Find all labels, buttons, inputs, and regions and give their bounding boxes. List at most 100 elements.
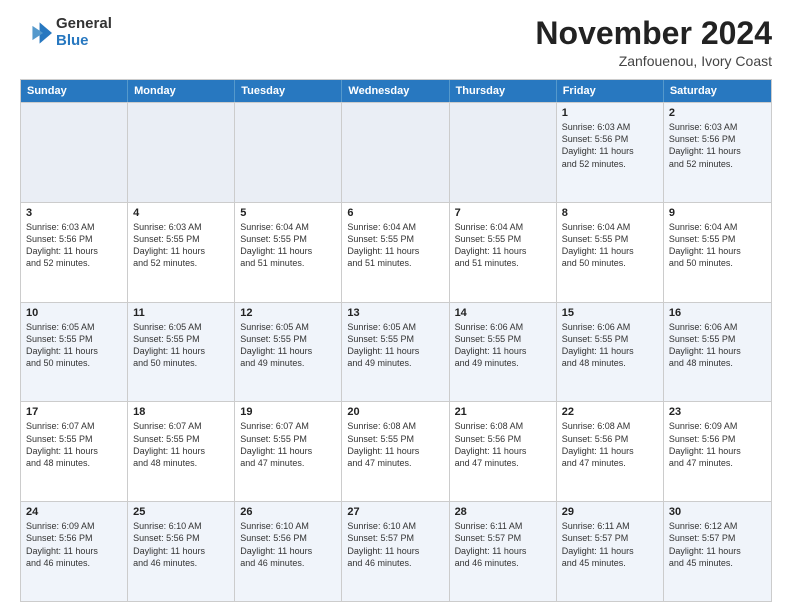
calendar-row-0: 1Sunrise: 6:03 AMSunset: 5:56 PMDaylight… — [21, 102, 771, 202]
calendar-row-3: 17 Sunrise: 6:07 AMSunset: 5:55 PMDayligh… — [21, 401, 771, 501]
weekday-header-monday: Monday — [128, 80, 235, 102]
calendar-row-4: 24 Sunrise: 6:09 AMSunset: 5:56 PMDayligh… — [21, 501, 771, 601]
title-block: November 2024 Zanfouenou, Ivory Coast — [535, 16, 772, 69]
day-number: 8 — [562, 207, 658, 219]
location: Zanfouenou, Ivory Coast — [535, 53, 772, 69]
day-cell-6: 6Sunrise: 6:04 AMSunset: 5:55 PMDaylight… — [342, 203, 449, 302]
day-number: 29 — [562, 506, 658, 518]
day-info: Sunrise: 6:06 AMSunset: 5:55 PMDaylight:… — [455, 321, 551, 370]
day-number: 7 — [455, 207, 551, 219]
weekday-header-tuesday: Tuesday — [235, 80, 342, 102]
day-info: Sunrise: 6:08 AMSunset: 5:56 PMDaylight:… — [455, 420, 551, 469]
day-info: Sunrise: 6:03 AMSunset: 5:56 PMDaylight:… — [669, 121, 766, 170]
day-cell-27: 27 Sunrise: 6:10 AMSunset: 5:57 PMDayligh… — [342, 502, 449, 601]
day-cell-13: 13Sunrise: 6:05 AMSunset: 5:55 PMDayligh… — [342, 303, 449, 402]
day-cell-10: 10 Sunrise: 6:05 AMSunset: 5:55 PMDayligh… — [21, 303, 128, 402]
weekday-header-sunday: Sunday — [21, 80, 128, 102]
day-cell-19: 19 Sunrise: 6:07 AMSunset: 5:55 PMDayligh… — [235, 402, 342, 501]
header: General Blue November 2024 Zanfouenou, I… — [20, 16, 772, 69]
day-number: 28 — [455, 506, 551, 518]
day-number: 5 — [240, 207, 336, 219]
calendar: SundayMondayTuesdayWednesdayThursdayFrid… — [20, 79, 772, 602]
day-cell-3: 3Sunrise: 6:03 AMSunset: 5:56 PMDaylight… — [21, 203, 128, 302]
day-info: Sunrise: 6:11 AMSunset: 5:57 PMDaylight:… — [455, 520, 551, 569]
logo-general-text: General — [56, 16, 112, 33]
day-cell-23: 23Sunrise: 6:09 AMSunset: 5:56 PMDayligh… — [664, 402, 771, 501]
day-cell-2: 2Sunrise: 6:03 AMSunset: 5:56 PMDaylight… — [664, 103, 771, 202]
calendar-row-2: 10 Sunrise: 6:05 AMSunset: 5:55 PMDayligh… — [21, 302, 771, 402]
day-info: Sunrise: 6:08 AMSunset: 5:55 PMDaylight:… — [347, 420, 443, 469]
day-info: Sunrise: 6:04 AMSunset: 5:55 PMDaylight:… — [455, 221, 551, 270]
logo: General Blue — [20, 16, 112, 49]
weekday-header-friday: Friday — [557, 80, 664, 102]
day-info: Sunrise: 6:10 AMSunset: 5:56 PMDaylight:… — [240, 520, 336, 569]
day-cell-14: 14 Sunrise: 6:06 AMSunset: 5:55 PMDayligh… — [450, 303, 557, 402]
logo-icon — [20, 17, 52, 49]
month-title: November 2024 — [535, 16, 772, 51]
day-info: Sunrise: 6:05 AMSunset: 5:55 PMDaylight:… — [240, 321, 336, 370]
calendar-body: 1Sunrise: 6:03 AMSunset: 5:56 PMDaylight… — [21, 102, 771, 601]
day-cell-30: 30 Sunrise: 6:12 AMSunset: 5:57 PMDayligh… — [664, 502, 771, 601]
day-cell-22: 22 Sunrise: 6:08 AMSunset: 5:56 PMDayligh… — [557, 402, 664, 501]
empty-cell-0-0 — [21, 103, 128, 202]
day-cell-21: 21 Sunrise: 6:08 AMSunset: 5:56 PMDayligh… — [450, 402, 557, 501]
day-cell-24: 24 Sunrise: 6:09 AMSunset: 5:56 PMDayligh… — [21, 502, 128, 601]
day-number: 19 — [240, 406, 336, 418]
page: General Blue November 2024 Zanfouenou, I… — [0, 0, 792, 612]
day-number: 16 — [669, 307, 766, 319]
day-cell-18: 18 Sunrise: 6:07 AMSunset: 5:55 PMDayligh… — [128, 402, 235, 501]
day-info: Sunrise: 6:05 AMSunset: 5:55 PMDaylight:… — [133, 321, 229, 370]
day-cell-29: 29 Sunrise: 6:11 AMSunset: 5:57 PMDayligh… — [557, 502, 664, 601]
day-number: 14 — [455, 307, 551, 319]
empty-cell-0-2 — [235, 103, 342, 202]
weekday-header-thursday: Thursday — [450, 80, 557, 102]
day-cell-11: 11 Sunrise: 6:05 AMSunset: 5:55 PMDayligh… — [128, 303, 235, 402]
day-number: 11 — [133, 307, 229, 319]
day-info: Sunrise: 6:07 AMSunset: 5:55 PMDaylight:… — [240, 420, 336, 469]
day-info: Sunrise: 6:05 AMSunset: 5:55 PMDaylight:… — [26, 321, 122, 370]
day-number: 15 — [562, 307, 658, 319]
day-number: 27 — [347, 506, 443, 518]
day-number: 24 — [26, 506, 122, 518]
day-number: 17 — [26, 406, 122, 418]
day-info: Sunrise: 6:09 AMSunset: 5:56 PMDaylight:… — [669, 420, 766, 469]
day-cell-20: 20 Sunrise: 6:08 AMSunset: 5:55 PMDayligh… — [342, 402, 449, 501]
calendar-header: SundayMondayTuesdayWednesdayThursdayFrid… — [21, 80, 771, 102]
logo-blue-text: Blue — [56, 33, 112, 50]
day-number: 6 — [347, 207, 443, 219]
day-info: Sunrise: 6:04 AMSunset: 5:55 PMDaylight:… — [669, 221, 766, 270]
day-number: 9 — [669, 207, 766, 219]
day-number: 13 — [347, 307, 443, 319]
day-info: Sunrise: 6:11 AMSunset: 5:57 PMDaylight:… — [562, 520, 658, 569]
day-cell-12: 12 Sunrise: 6:05 AMSunset: 5:55 PMDayligh… — [235, 303, 342, 402]
day-info: Sunrise: 6:12 AMSunset: 5:57 PMDaylight:… — [669, 520, 766, 569]
day-number: 22 — [562, 406, 658, 418]
empty-cell-0-1 — [128, 103, 235, 202]
day-cell-5: 5Sunrise: 6:04 AMSunset: 5:55 PMDaylight… — [235, 203, 342, 302]
day-number: 30 — [669, 506, 766, 518]
day-cell-15: 15 Sunrise: 6:06 AMSunset: 5:55 PMDayligh… — [557, 303, 664, 402]
empty-cell-0-3 — [342, 103, 449, 202]
day-info: Sunrise: 6:03 AMSunset: 5:55 PMDaylight:… — [133, 221, 229, 270]
day-cell-25: 25Sunrise: 6:10 AMSunset: 5:56 PMDayligh… — [128, 502, 235, 601]
day-cell-17: 17Sunrise: 6:07 AMSunset: 5:55 PMDayligh… — [21, 402, 128, 501]
logo-text: General Blue — [56, 16, 112, 49]
day-cell-4: 4Sunrise: 6:03 AMSunset: 5:55 PMDaylight… — [128, 203, 235, 302]
empty-cell-0-4 — [450, 103, 557, 202]
weekday-header-saturday: Saturday — [664, 80, 771, 102]
day-info: Sunrise: 6:03 AMSunset: 5:56 PMDaylight:… — [562, 121, 658, 170]
day-number: 18 — [133, 406, 229, 418]
day-info: Sunrise: 6:06 AMSunset: 5:55 PMDaylight:… — [562, 321, 658, 370]
day-cell-16: 16Sunrise: 6:06 AMSunset: 5:55 PMDayligh… — [664, 303, 771, 402]
day-info: Sunrise: 6:07 AMSunset: 5:55 PMDaylight:… — [133, 420, 229, 469]
day-info: Sunrise: 6:09 AMSunset: 5:56 PMDaylight:… — [26, 520, 122, 569]
day-number: 12 — [240, 307, 336, 319]
day-number: 20 — [347, 406, 443, 418]
day-number: 21 — [455, 406, 551, 418]
day-info: Sunrise: 6:08 AMSunset: 5:56 PMDaylight:… — [562, 420, 658, 469]
day-number: 10 — [26, 307, 122, 319]
day-info: Sunrise: 6:10 AMSunset: 5:56 PMDaylight:… — [133, 520, 229, 569]
day-info: Sunrise: 6:04 AMSunset: 5:55 PMDaylight:… — [562, 221, 658, 270]
day-info: Sunrise: 6:10 AMSunset: 5:57 PMDaylight:… — [347, 520, 443, 569]
day-cell-9: 9 Sunrise: 6:04 AMSunset: 5:55 PMDaylight… — [664, 203, 771, 302]
